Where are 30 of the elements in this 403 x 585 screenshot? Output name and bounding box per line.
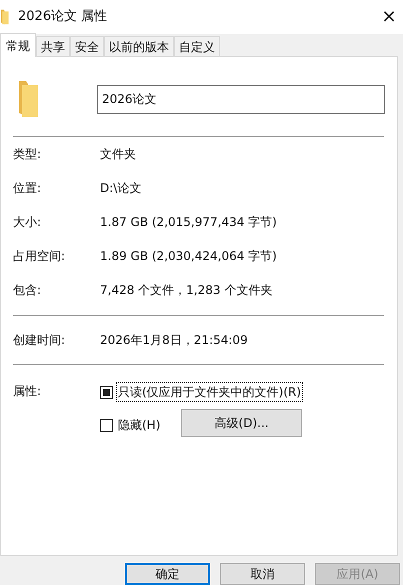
field-label: 属性: xyxy=(13,383,42,400)
tab[interactable]: 共享 xyxy=(36,36,70,56)
field-value: 1.89 GB (2,030,424,064 字节) xyxy=(100,248,277,265)
folder-icon xyxy=(18,79,40,119)
field-label: 占用空间: xyxy=(13,248,66,265)
dialog-button[interactable]: 取消 xyxy=(220,563,305,585)
field-value: 1.87 GB (2,015,977,434 字节) xyxy=(100,214,277,231)
dialog-button[interactable]: 确定 xyxy=(125,563,210,585)
checkbox-label[interactable]: 只读(仅应用于文件夹中的文件)(R) xyxy=(117,383,302,401)
checkbox[interactable] xyxy=(100,386,113,398)
tab[interactable]: 安全 xyxy=(70,36,104,56)
tab[interactable]: 常规 xyxy=(0,33,36,57)
field-label: 位置: xyxy=(13,180,42,197)
tab[interactable]: 自定义 xyxy=(174,36,220,56)
field-label: 大小: xyxy=(13,214,42,231)
field-value: D:\论文 xyxy=(100,180,142,197)
field-value: 文件夹 xyxy=(100,146,136,163)
advanced-button[interactable]: 高级(D)... xyxy=(181,409,302,437)
field-label: 类型: xyxy=(13,146,42,163)
checkbox[interactable] xyxy=(100,418,113,432)
field-value: 2026年1月8日，21:54:09 xyxy=(100,332,248,349)
name-field[interactable]: 2026论文 xyxy=(97,84,385,114)
field-value: 7,428 个文件，1,283 个文件夹 xyxy=(100,282,272,299)
close-button[interactable]: × xyxy=(379,8,399,26)
checkbox-label[interactable]: 隐藏(H) xyxy=(117,416,162,434)
field-label: 包含: xyxy=(13,282,42,299)
field-label: 创建时间: xyxy=(13,332,66,349)
tab[interactable]: 以前的版本 xyxy=(104,36,174,56)
window-title: 2026论文 属性 xyxy=(18,8,108,26)
folder-icon xyxy=(0,9,10,25)
